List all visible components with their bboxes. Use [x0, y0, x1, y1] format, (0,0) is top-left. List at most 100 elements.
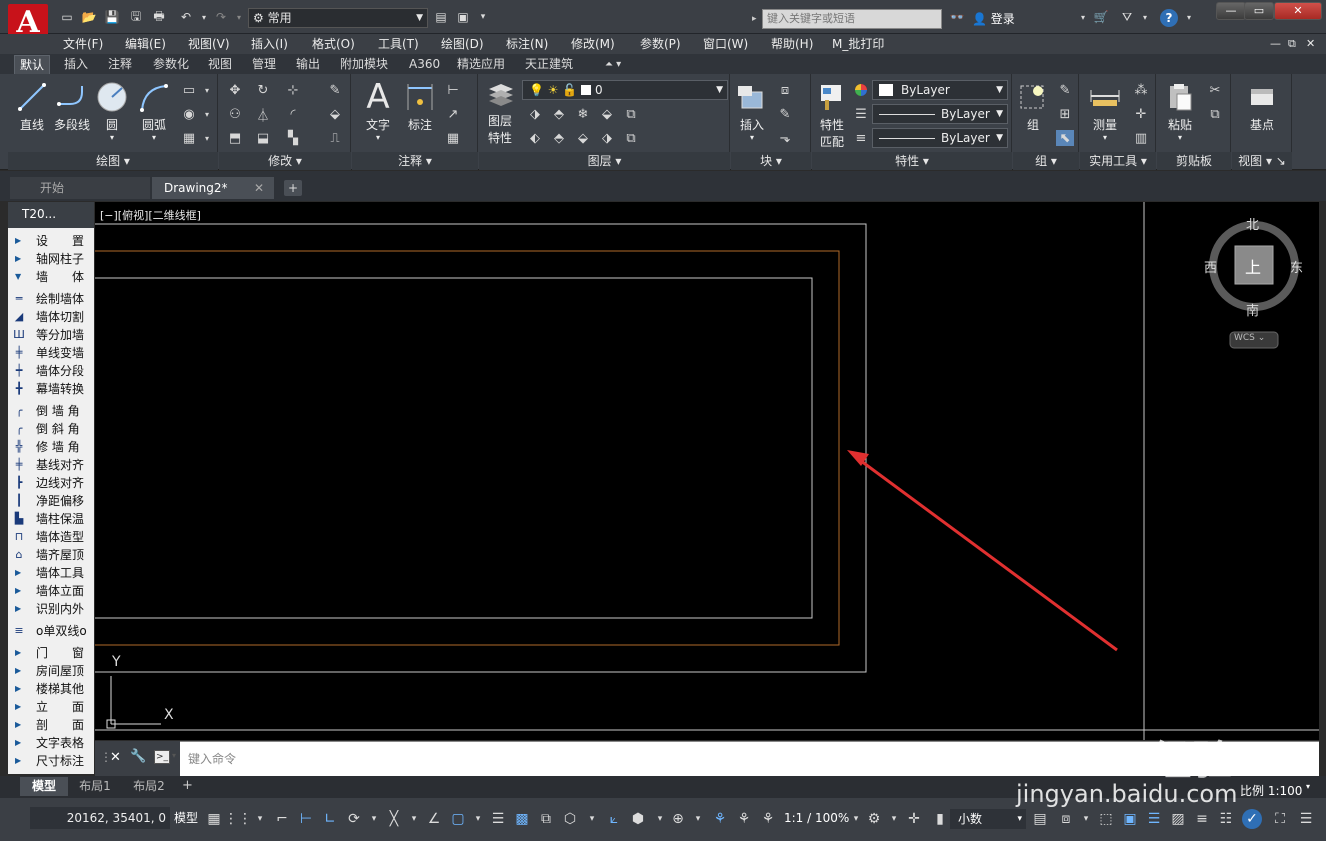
tab-drawing2[interactable]: Drawing2* ✕: [152, 177, 274, 199]
menu-modify[interactable]: 修改(M): [571, 35, 615, 53]
group-select-icon[interactable]: ⬉: [1056, 130, 1074, 146]
arc-button[interactable]: 圆弧 ▾: [134, 80, 174, 142]
viewcube-top-label[interactable]: 上: [1245, 254, 1261, 278]
help-icon[interactable]: ?: [1160, 9, 1178, 27]
fullscreen-icon[interactable]: ⛶: [1270, 809, 1290, 829]
tab-manage[interactable]: 管理: [247, 55, 281, 74]
maximize-button[interactable]: ▭: [1244, 2, 1274, 20]
chevron-down-icon[interactable]: ▾: [846, 809, 866, 829]
selection-cycling-icon[interactable]: ⧉: [536, 809, 556, 829]
doc-minimize-icon[interactable]: —: [1270, 35, 1281, 53]
quick-select-icon[interactable]: ⁂: [1132, 82, 1150, 98]
palette-item[interactable]: ▙ 墙柱保温: [8, 510, 94, 528]
annotation-monitor-toggle-icon[interactable]: ✓: [1242, 809, 1262, 829]
tab-tangent[interactable]: 天正建筑: [520, 55, 578, 74]
open-folder-icon[interactable]: 📂: [80, 9, 98, 25]
customize-qat-icon[interactable]: ▾: [474, 9, 492, 25]
object-snap-icon[interactable]: ▢: [448, 809, 468, 829]
doc-close-icon[interactable]: ✕: [1306, 35, 1315, 53]
palette-item[interactable]: ▶ 剖 面: [8, 716, 94, 734]
undo-icon[interactable]: ↶: [177, 9, 195, 25]
a360-dropdown-icon[interactable]: ▾: [1136, 9, 1154, 25]
compass-north[interactable]: 北: [1246, 214, 1259, 233]
palette-item[interactable]: ▶ 房间屋顶: [8, 662, 94, 680]
group-button[interactable]: 组: [1016, 80, 1050, 133]
copy-icon[interactable]: ⚇: [226, 106, 244, 122]
inner-rectangle[interactable]: [95, 277, 813, 619]
snap-icon[interactable]: ⋮⋮: [224, 809, 252, 829]
dynamic-input-icon[interactable]: ⊢: [296, 809, 316, 829]
isolate-objects-icon[interactable]: ⬚: [1096, 809, 1116, 829]
close-command-icon[interactable]: ✕: [110, 750, 121, 765]
table-icon[interactable]: ▦: [444, 130, 462, 146]
menu-format[interactable]: 格式(O): [312, 35, 355, 53]
chevron-down-icon[interactable]: ▾: [198, 106, 216, 122]
tab-featured-apps[interactable]: 精选应用: [452, 55, 510, 74]
lineweight-toggle-icon[interactable]: ☰: [488, 809, 508, 829]
search-input[interactable]: 键入关键字或短语: [762, 9, 942, 29]
command-prompt-icon[interactable]: >_: [154, 750, 170, 764]
chevron-down-icon[interactable]: ▾: [582, 809, 602, 829]
array-icon[interactable]: ▚: [284, 130, 302, 146]
layer-dropdown[interactable]: 💡 ☀ 🔓 0 ▼: [522, 80, 728, 100]
object-snap-tracking-icon[interactable]: ∠: [424, 809, 444, 829]
palette-item[interactable]: ▶ 立 面: [8, 698, 94, 716]
panel-layers-title[interactable]: 图层 ▾: [479, 152, 730, 170]
layer-lock-icon[interactable]: ⬙: [598, 106, 616, 122]
chevron-down-icon[interactable]: ▾: [1306, 782, 1310, 791]
new-file-icon[interactable]: ▭: [58, 9, 76, 25]
palette-item[interactable]: ▼ 墙 体: [8, 268, 94, 286]
login-button[interactable]: 👤 登录: [972, 10, 1015, 27]
command-input[interactable]: 键入命令: [188, 750, 236, 767]
menu-tools[interactable]: 工具(T): [378, 35, 419, 53]
transparency-icon[interactable]: ▩: [512, 809, 532, 829]
copy-clip-icon[interactable]: ⧉: [1206, 106, 1224, 122]
panel-annotation-title[interactable]: 注释 ▾: [352, 152, 478, 170]
tab-parametric[interactable]: 参数化: [148, 55, 194, 74]
palette-item[interactable]: ▶ 尺寸标注: [8, 752, 94, 770]
layer-freeze-icon[interactable]: ❄: [574, 106, 592, 122]
help-dropdown-icon[interactable]: ▾: [1180, 9, 1198, 25]
create-block-icon[interactable]: ⧈: [776, 82, 794, 98]
circle-button[interactable]: 圆 ▾: [94, 80, 130, 142]
menu-batch-plot[interactable]: M_批打印: [832, 35, 884, 53]
panel-draw-title[interactable]: 绘图 ▾: [8, 152, 218, 170]
edit-block-icon[interactable]: ✎: [776, 106, 794, 122]
palette-item[interactable]: ▶ 设 置: [8, 232, 94, 250]
scale-icon[interactable]: ⬓: [254, 130, 272, 146]
mirror-icon[interactable]: ⏃: [254, 106, 272, 124]
workspace-gear-icon[interactable]: ⚙: [864, 809, 884, 829]
menu-view[interactable]: 视图(V): [188, 35, 230, 53]
linetype-dropdown[interactable]: ByLayer ▼: [872, 128, 1008, 148]
minimize-button[interactable]: —: [1216, 2, 1246, 20]
add-layout-button[interactable]: +: [182, 778, 193, 793]
cart-icon[interactable]: 🛒: [1092, 9, 1110, 25]
palette-item[interactable]: ▶ 墙体立面: [8, 582, 94, 600]
customize-status-icon[interactable]: ☰: [1296, 809, 1316, 829]
save-icon[interactable]: 💾: [103, 9, 121, 25]
drawing-canvas[interactable]: [95, 202, 1319, 740]
units-icon[interactable]: ▮: [930, 809, 950, 829]
palette-item[interactable]: ┿ 墙体分段: [8, 362, 94, 380]
tab-view[interactable]: 视图: [203, 55, 237, 74]
ungroup-icon[interactable]: ✎: [1056, 82, 1074, 98]
rotate-icon[interactable]: ↻: [254, 82, 272, 98]
palette-item[interactable]: ═ 绘制墙体: [8, 290, 94, 308]
palette-item[interactable]: ⊓ 墙体造型: [8, 528, 94, 546]
text-button[interactable]: A 文字 ▾: [358, 77, 398, 142]
paste-button[interactable]: 粘贴 ▾: [1162, 80, 1198, 142]
palette-item[interactable]: Ш 等分加墙: [8, 326, 94, 344]
undo-dropdown-icon[interactable]: ▾: [195, 9, 213, 25]
lineweight-dropdown[interactable]: ByLayer ▼: [872, 104, 1008, 124]
customization-icon[interactable]: ☷: [1216, 809, 1236, 829]
viewport-controls-label[interactable]: [−][俯视][二维线框]: [100, 207, 201, 223]
chevron-down-icon[interactable]: ▾: [1076, 809, 1096, 829]
grid-icon[interactable]: ▦: [204, 809, 224, 829]
rectangle-icon[interactable]: ▭: [180, 82, 198, 98]
chevron-down-icon[interactable]: ▾: [404, 809, 424, 829]
palette-item[interactable]: ┃ 净距偏移: [8, 492, 94, 510]
ortho-icon[interactable]: ∟: [320, 809, 340, 829]
layer-unlock-icon[interactable]: ⬗: [598, 130, 616, 146]
menu-file[interactable]: 文件(F): [63, 35, 103, 53]
wrench-icon[interactable]: 🔧: [130, 749, 146, 764]
